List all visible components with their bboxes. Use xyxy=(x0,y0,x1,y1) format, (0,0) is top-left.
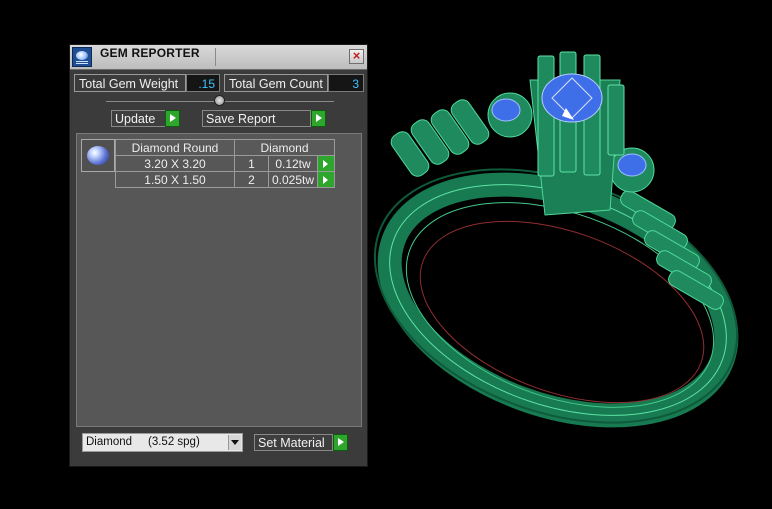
gem-weight: 0.12tw xyxy=(268,155,318,172)
table-row[interactable]: 1.50 X 1.50 2 0.025tw xyxy=(115,171,335,188)
column-header-material: Diamond xyxy=(234,139,335,156)
close-icon[interactable]: × xyxy=(349,49,364,64)
row-go-icon[interactable] xyxy=(317,171,335,188)
update-button[interactable]: Update xyxy=(111,110,166,127)
slider-handle[interactable] xyxy=(214,95,225,106)
title-bar[interactable]: GEM REPORTER × xyxy=(70,45,367,70)
gem-table: Diamond Round Diamond 3.20 X 3.20 1 0.12… xyxy=(115,139,335,188)
gem-size: 1.50 X 1.50 xyxy=(115,171,235,188)
total-gem-weight-value: .15 xyxy=(186,74,220,92)
total-gem-weight-label: Total Gem Weight xyxy=(74,74,186,92)
gem-quantity: 2 xyxy=(234,171,269,188)
total-gem-count-label: Total Gem Count xyxy=(224,74,328,92)
column-header-shape: Diamond Round xyxy=(115,139,235,156)
save-report-button[interactable]: Save Report xyxy=(202,110,311,127)
ring-model xyxy=(373,51,739,428)
gem-list: Diamond Round Diamond 3.20 X 3.20 1 0.12… xyxy=(76,133,362,427)
table-row[interactable]: 3.20 X 3.20 1 0.12tw xyxy=(115,155,335,172)
gem-reporter-icon xyxy=(72,47,92,67)
material-select-value: Diamond (3.52 spg) xyxy=(86,436,200,448)
gem-size: 3.20 X 3.20 xyxy=(115,155,235,172)
gem-quantity: 1 xyxy=(234,155,269,172)
title-divider xyxy=(215,48,216,66)
row-go-icon[interactable] xyxy=(317,155,335,172)
round-diamond-icon xyxy=(87,146,109,165)
window-title: GEM REPORTER xyxy=(100,46,200,60)
set-material-go-icon[interactable] xyxy=(333,434,348,451)
gem-reporter-panel: GEM REPORTER × Total Gem Weight .15 Tota… xyxy=(69,44,368,467)
material-select[interactable]: Diamond (3.52 spg) xyxy=(82,433,243,452)
set-material-button[interactable]: Set Material xyxy=(254,434,333,451)
gem-table-header: Diamond Round Diamond xyxy=(115,139,335,156)
save-report-go-icon[interactable] xyxy=(311,110,326,127)
update-go-icon[interactable] xyxy=(165,110,180,127)
chevron-down-icon[interactable] xyxy=(228,435,241,450)
gem-thumbnail[interactable] xyxy=(81,139,115,172)
gem-weight: 0.025tw xyxy=(268,171,318,188)
3d-viewport[interactable] xyxy=(370,0,772,506)
total-gem-count-value: 3 xyxy=(328,74,364,92)
